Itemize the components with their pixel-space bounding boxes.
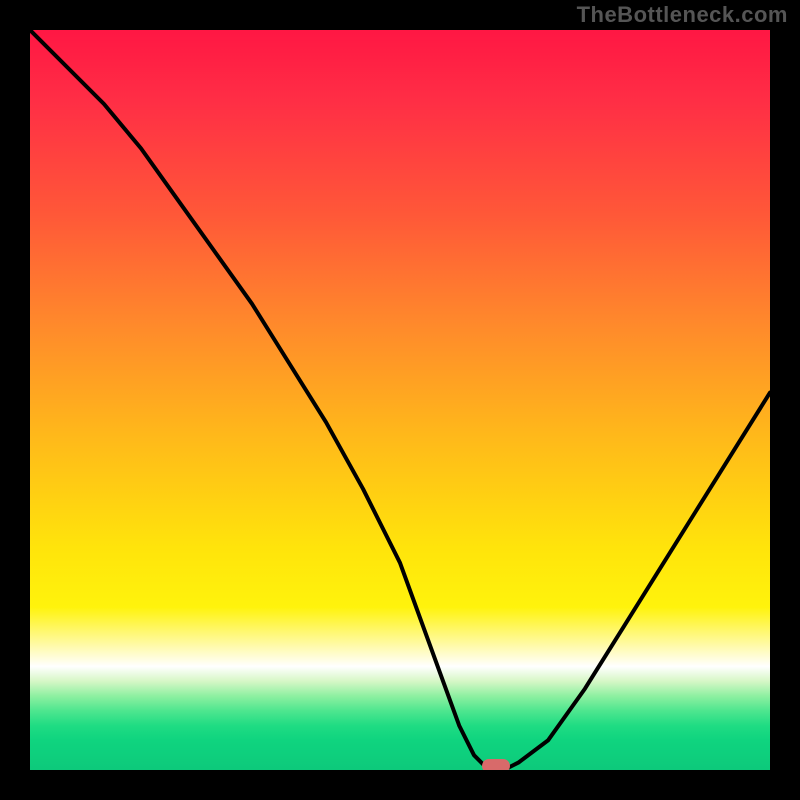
- plot-area: [30, 30, 770, 770]
- bottleneck-curve: [30, 30, 770, 770]
- watermark-text: TheBottleneck.com: [577, 2, 788, 28]
- chart-frame: TheBottleneck.com: [0, 0, 800, 800]
- optimum-marker-icon: [482, 759, 510, 770]
- curve-svg: [30, 30, 770, 770]
